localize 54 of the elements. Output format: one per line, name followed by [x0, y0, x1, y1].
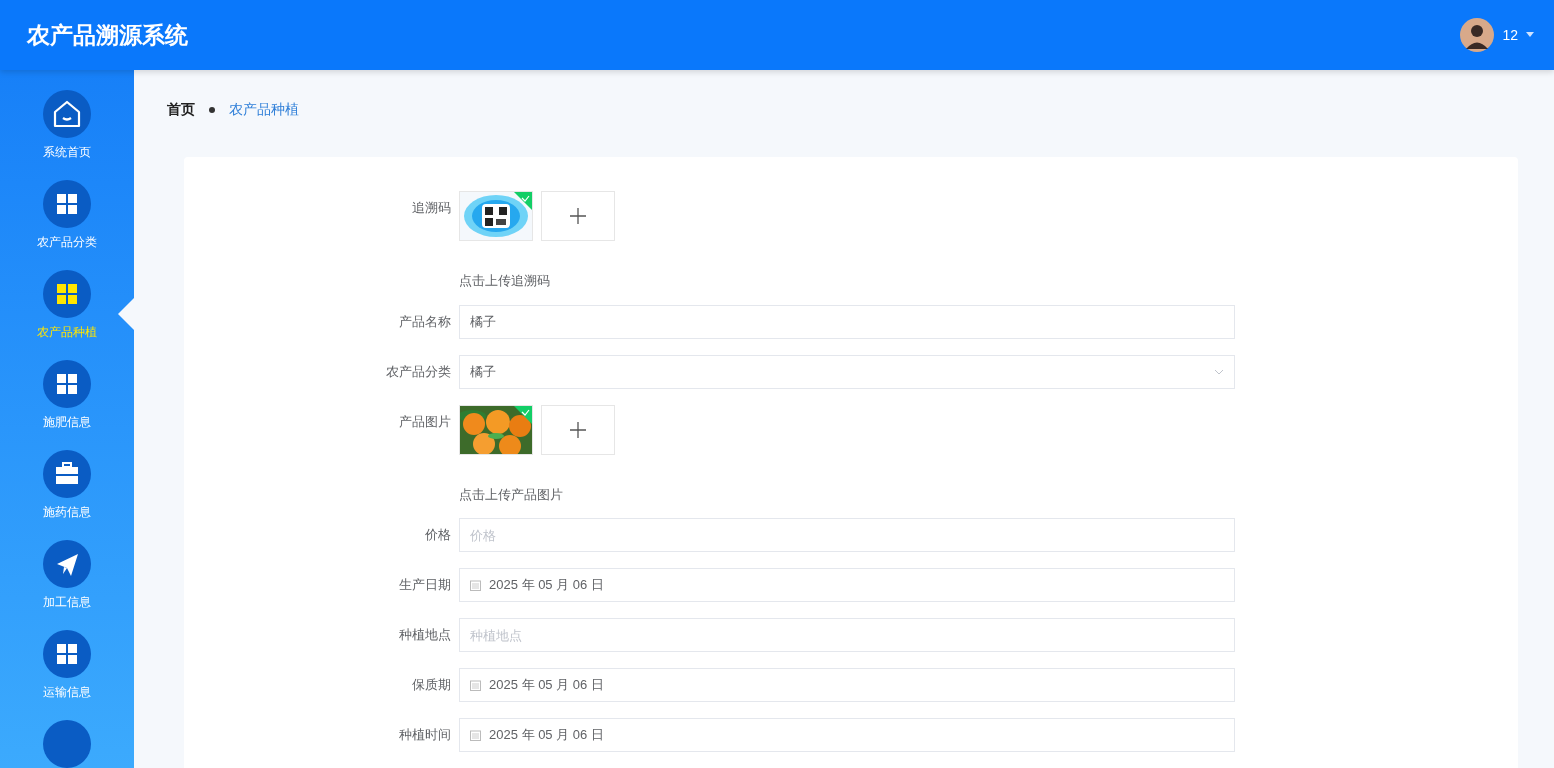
text-field[interactable]: 价格	[459, 518, 1235, 552]
field-label: 产品名称	[398, 312, 451, 331]
breadcrumb-link[interactable]: 农产品种植	[229, 99, 299, 120]
caret-icon	[1526, 32, 1534, 38]
plus-icon	[569, 207, 587, 225]
calendar-icon	[470, 579, 481, 591]
date-field[interactable]: 2025 年 05 月 06 日	[459, 568, 1235, 602]
select-field[interactable]: 橘子	[459, 354, 1235, 389]
user-name[interactable]: 12	[1502, 24, 1518, 46]
field-label: 种植时间	[398, 726, 451, 744]
sidebar-item[interactable]: 施药信息	[0, 450, 134, 528]
date-value: 2025 年 05 月 06 日	[489, 676, 604, 695]
sidebar-item[interactable]: 系统首页	[0, 90, 134, 168]
briefcase-icon	[43, 450, 91, 498]
menu-circle-icon	[43, 720, 91, 768]
home-icon	[43, 90, 91, 138]
calendar-icon	[470, 729, 481, 741]
uploaded-thumbnail[interactable]	[459, 404, 533, 455]
sidebar-item[interactable]: 农产品种植	[0, 270, 134, 348]
check-icon	[514, 192, 532, 210]
upload-hint: 点击上传产品图片	[459, 485, 563, 504]
date-field[interactable]: 2025 年 05 月 06 日	[459, 718, 1235, 752]
uploaded-thumbnail[interactable]	[459, 191, 533, 241]
date-value: 2025 年 05 月 06 日	[489, 576, 604, 595]
active-pointer	[118, 298, 134, 330]
text-field[interactable]: 种植地点	[459, 618, 1235, 652]
field-label: 产品图片	[398, 412, 451, 431]
chevron-down-icon	[1214, 368, 1224, 375]
calendar-icon	[470, 679, 481, 691]
grid-icon	[43, 270, 91, 318]
sidebar-item[interactable]: 农产品分类	[0, 180, 134, 258]
grid-icon	[43, 360, 91, 408]
field-label: 价格	[424, 526, 451, 544]
field-label: 种植地点	[398, 626, 451, 644]
plus-icon	[569, 420, 587, 439]
paper-plane-icon	[43, 540, 91, 588]
breadcrumb-link[interactable]: 首页	[167, 99, 195, 120]
sidebar-item[interactable]: 施肥信息	[0, 360, 134, 438]
field-label: 保质期	[411, 676, 451, 694]
grid-icon	[43, 180, 91, 228]
select-value: 橘子	[470, 362, 496, 381]
avatar[interactable]	[1460, 18, 1495, 52]
grid-icon	[43, 630, 91, 678]
text-field[interactable]: 橘子	[459, 304, 1235, 339]
upload-hint: 点击上传追溯码	[459, 272, 550, 290]
field-label: 生产日期	[398, 576, 451, 594]
date-value: 2025 年 05 月 06 日	[489, 726, 604, 745]
app-title: 农产品溯源系统	[27, 20, 188, 50]
sidebar-item[interactable]: 运输信息	[0, 630, 134, 708]
sidebar-item[interactable]: 加工信息	[0, 540, 134, 618]
field-label: 农产品分类	[385, 362, 451, 381]
date-field[interactable]: 2025 年 05 月 06 日	[459, 668, 1235, 702]
check-icon	[514, 405, 532, 424]
field-label: 追溯码	[411, 199, 451, 217]
